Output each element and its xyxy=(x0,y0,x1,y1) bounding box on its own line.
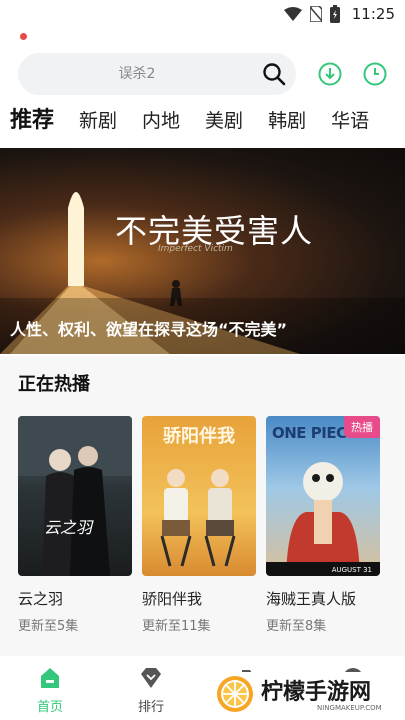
poster-image: 云之羽 xyxy=(18,416,132,576)
active-tab-indicator xyxy=(20,33,27,40)
watermark: 柠檬手游网 NINGMAKEUP.COM xyxy=(205,672,401,716)
search-icon[interactable] xyxy=(262,62,286,86)
card-episode: 更新至5集 xyxy=(18,619,79,634)
download-icon[interactable] xyxy=(318,62,342,86)
tab-chinese[interactable]: 华语 xyxy=(331,106,369,146)
hot-badge: 热播 xyxy=(344,416,380,438)
status-bar: 11:25 xyxy=(0,0,405,30)
now-playing-section: 正在热播 云之羽 云之羽 更新至5集 骄阳伴我 骄阳伴我 更新至11集 ONE … xyxy=(0,356,405,656)
search-placeholder: 误杀2 xyxy=(118,66,156,82)
nav-rank[interactable]: 排行 xyxy=(121,666,181,715)
section-title: 正在热播 xyxy=(18,374,90,395)
poster-art xyxy=(18,416,132,576)
card-title: 骄阳伴我 xyxy=(142,590,203,608)
poster-art xyxy=(160,469,236,567)
wifi-icon xyxy=(283,7,302,21)
watermark-url: NINGMAKEUP.COM xyxy=(317,704,382,712)
poster-art xyxy=(266,462,380,576)
card-episode: 更新至8集 xyxy=(266,619,327,634)
show-card[interactable]: ONE PIECE AUGUST 31 热播 海贼王真人版 更新至8集 xyxy=(266,416,380,634)
card-episode: 更新至11集 xyxy=(142,619,211,634)
poster-image: 骄阳伴我 xyxy=(142,416,256,576)
poster-release-date: AUGUST 31 xyxy=(331,566,372,574)
tab-recommend[interactable]: 推荐 xyxy=(10,106,54,146)
card-title: 海贼王真人版 xyxy=(266,590,357,608)
no-sim-icon xyxy=(309,6,322,22)
category-tabs: 推荐 新剧 内地 美剧 韩剧 华语 xyxy=(10,106,405,146)
lemon-logo-icon xyxy=(217,676,253,712)
show-card[interactable]: 骄阳伴我 骄阳伴我 更新至11集 xyxy=(142,416,256,634)
tab-mainland[interactable]: 内地 xyxy=(142,106,180,146)
watermark-text: 柠檬手游网 xyxy=(261,680,372,705)
home-icon xyxy=(41,668,59,688)
tab-korean[interactable]: 韩剧 xyxy=(268,106,306,146)
status-time: 11:25 xyxy=(351,5,395,23)
poster-image: ONE PIECE AUGUST 31 热播 xyxy=(266,416,380,576)
history-icon[interactable] xyxy=(363,62,387,86)
card-title: 云之羽 xyxy=(18,590,64,608)
tab-new[interactable]: 新剧 xyxy=(79,106,117,146)
hero-banner[interactable]: 不完美受害人 Imperfect Victim 人性、权利、欲望在探寻这场“不完… xyxy=(0,148,405,354)
battery-icon xyxy=(329,5,340,23)
diamond-icon xyxy=(141,668,161,688)
tab-us[interactable]: 美剧 xyxy=(205,106,243,146)
nav-home-label: 首页 xyxy=(36,700,63,715)
banner-caption: 人性、权利、欲望在探寻这场“不完美” xyxy=(10,320,288,339)
nav-home[interactable]: 首页 xyxy=(20,666,80,715)
nav-rank-label: 排行 xyxy=(137,700,164,715)
status-icons: 11:25 xyxy=(283,5,395,23)
banner-subtitle: Imperfect Victim xyxy=(158,244,233,254)
search-input[interactable]: 误杀2 xyxy=(18,53,296,95)
poster-title: 云之羽 xyxy=(44,518,93,537)
show-card[interactable]: 云之羽 云之羽 更新至5集 xyxy=(18,416,132,634)
